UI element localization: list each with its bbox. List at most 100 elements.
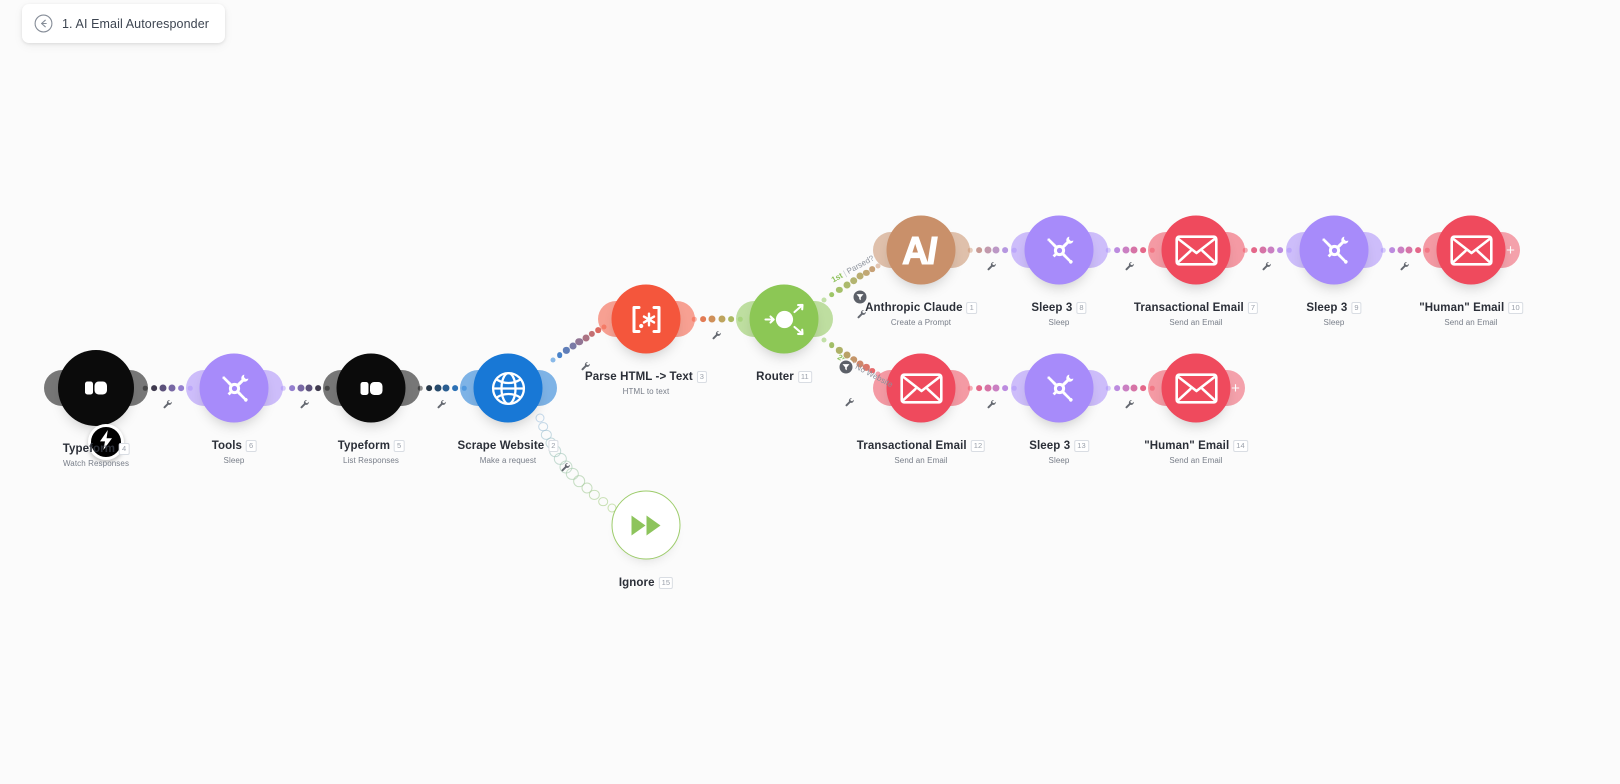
envelope-icon	[1449, 233, 1493, 267]
connector-bead	[700, 316, 707, 322]
module-subtitle: Send an Email	[894, 455, 948, 465]
module-bubble-anthropic-claude[interactable]	[886, 215, 956, 285]
connector-bead	[984, 246, 992, 254]
module-subtitle: HTML to text	[622, 386, 670, 396]
route-filter-funnel-icon[interactable]	[851, 288, 869, 306]
module-bubble-transactional-email-12[interactable]	[886, 353, 956, 423]
module-title-text: Parse HTML -> Text	[584, 370, 693, 383]
connector-bead	[829, 342, 835, 349]
module-bubble-router[interactable]	[749, 284, 819, 354]
envelope-icon	[1174, 233, 1218, 267]
module-title-text: Sleep 3	[1029, 439, 1071, 452]
connector-bead	[1002, 385, 1009, 391]
connector-settings-wrench-icon[interactable]	[581, 359, 592, 377]
scenario-header-pill: 1. AI Email Autoresponder	[22, 4, 226, 43]
module-label: Sleep 3 9 Sleep	[1306, 298, 1362, 327]
module-bubble-parse-html[interactable]	[611, 284, 681, 354]
connector-settings-wrench-icon[interactable]	[987, 397, 998, 415]
module-subtitle: Send an Email	[1444, 317, 1498, 327]
module-bubble-typeform-list[interactable]	[336, 353, 406, 423]
module-badge: 5	[394, 439, 405, 452]
module-subtitle: Sleep	[1048, 317, 1070, 327]
connector-bead	[975, 247, 982, 253]
connector-settings-wrench-icon[interactable]	[300, 397, 311, 415]
module-subtitle: Create a Prompt	[890, 317, 952, 327]
globe-icon	[486, 366, 530, 410]
connector-bead	[598, 496, 608, 507]
connector-bead	[588, 330, 595, 338]
module-title-text: Sleep 3	[1306, 301, 1348, 314]
module-subtitle: Send an Email	[1169, 455, 1223, 465]
connector-bead	[1397, 246, 1405, 254]
connector-bead	[159, 384, 167, 392]
module-subtitle: Make a request	[479, 455, 537, 465]
back-arrow-circle-icon[interactable]	[34, 14, 53, 33]
module-label: Scrape Website 2 Make a request	[457, 436, 559, 465]
module-title-text: Sleep 3	[1031, 301, 1073, 314]
connector-bead	[151, 385, 157, 391]
connector-settings-wrench-icon[interactable]	[1262, 259, 1273, 277]
module-label: Tools 6 Sleep	[212, 436, 257, 465]
module-title-text: Ignore	[618, 576, 655, 589]
connector-settings-wrench-icon[interactable]	[437, 397, 448, 415]
module-badge: 12	[970, 439, 986, 452]
module-label: Router 11	[756, 367, 812, 385]
connector-bead	[975, 385, 982, 391]
scenario-title: 1. AI Email Autoresponder	[62, 16, 210, 31]
module-bubble-tools-sleep-6[interactable]	[199, 353, 269, 423]
module-bubble-scrape-website[interactable]	[473, 353, 543, 423]
module-bubble-transactional-email-7[interactable]	[1161, 215, 1231, 285]
connector-settings-wrench-icon[interactable]	[857, 307, 868, 325]
module-badge: 1	[966, 301, 977, 314]
module-title: Tools 6	[212, 439, 257, 452]
tools-wrench-screwdriver-icon	[1314, 230, 1354, 270]
plus-icon: +	[1506, 241, 1515, 259]
trigger-badge	[88, 424, 124, 460]
module-title-text: Router	[756, 370, 794, 383]
connector-bead	[836, 347, 843, 354]
connector-bead	[288, 385, 295, 391]
module-bubble-ignore[interactable]	[611, 490, 681, 560]
connector-bead	[992, 246, 1000, 254]
connector-settings-wrench-icon[interactable]	[1125, 259, 1136, 277]
module-bubble-sleep-3-top-b[interactable]	[1299, 215, 1369, 285]
connector-settings-wrench-icon[interactable]	[162, 397, 173, 415]
connector-settings-wrench-icon[interactable]	[712, 328, 723, 346]
envelope-icon	[1174, 371, 1218, 405]
module-bubble-human-email-14[interactable]	[1161, 353, 1231, 423]
module-badge: 3	[696, 370, 708, 383]
module-label: Sleep 3 8 Sleep	[1031, 298, 1087, 327]
connector-bead	[425, 385, 432, 391]
connector-settings-wrench-icon[interactable]	[561, 460, 572, 478]
connector-settings-wrench-icon[interactable]	[1400, 259, 1411, 277]
module-title: Sleep 3 13	[1029, 439, 1089, 452]
connector-bead	[1388, 247, 1395, 253]
module-bubble-sleep-3-bottom[interactable]	[1024, 353, 1094, 423]
scenario-canvas[interactable]: 1. AI Email Autoresponder Typeform 4 Watch…	[0, 0, 1620, 784]
module-bubble-typeform-watch[interactable]	[58, 350, 134, 426]
connector-bead	[452, 385, 459, 391]
fast-forward-icon	[628, 512, 664, 538]
connector-bead	[178, 385, 184, 391]
module-title: Transactional Email 12	[857, 439, 986, 452]
connector-settings-wrench-icon[interactable]	[845, 395, 856, 413]
module-label: Ignore 15	[618, 573, 674, 591]
connector-bead	[863, 269, 870, 276]
module-label: Transactional Email 7 Send an Email	[1133, 298, 1259, 327]
module-badge: 7	[1247, 301, 1259, 314]
connector-settings-wrench-icon[interactable]	[987, 259, 998, 277]
module-subtitle: Sleep	[1048, 455, 1070, 465]
module-title: Ignore 15	[618, 576, 674, 589]
typeform-icon	[354, 371, 388, 405]
module-title: "Human" Email 10	[1419, 301, 1523, 314]
connector-bead	[984, 384, 992, 392]
module-bubble-sleep-3-top-a[interactable]	[1024, 215, 1094, 285]
connector-settings-wrench-icon[interactable]	[1125, 397, 1136, 415]
route-filter-funnel-icon[interactable]	[837, 358, 855, 376]
connector-bead	[829, 291, 835, 298]
module-title-text: Transactional Email	[1133, 301, 1244, 314]
connector-bead	[1113, 247, 1120, 253]
module-label: Sleep 3 13 Sleep	[1029, 436, 1089, 465]
module-bubble-human-email-10[interactable]	[1436, 215, 1506, 285]
connector-bead	[434, 384, 442, 392]
